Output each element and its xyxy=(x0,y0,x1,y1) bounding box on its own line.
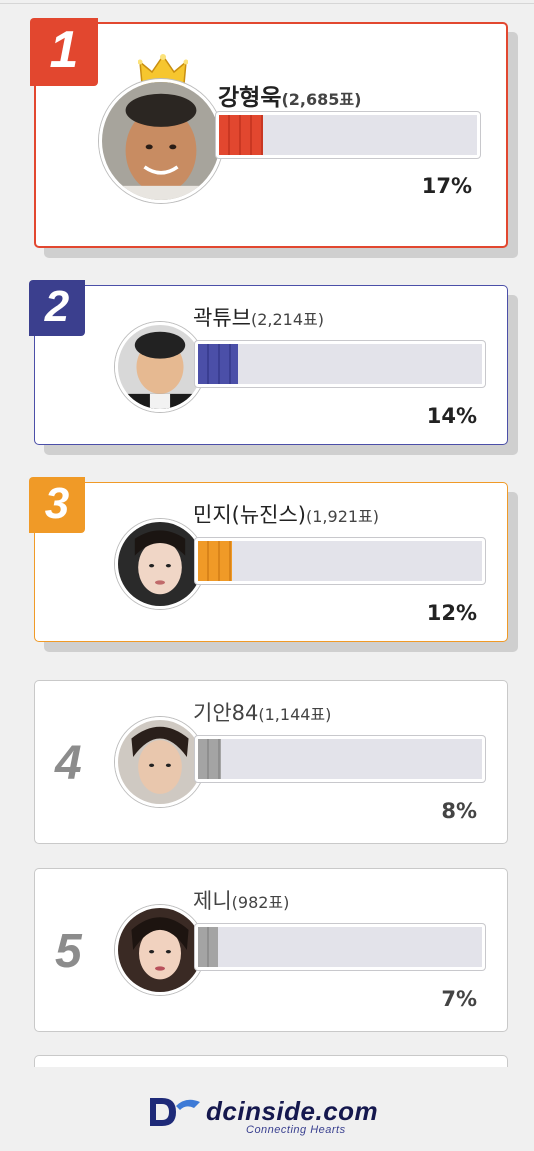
progress-fill-4 xyxy=(198,739,221,779)
dcinside-logo-icon xyxy=(146,1092,202,1132)
progress-bar-2 xyxy=(195,341,485,387)
progress-fill-5 xyxy=(198,927,218,967)
avatar-3[interactable] xyxy=(115,519,205,609)
percent-2: 14% xyxy=(426,404,477,428)
avatar-5[interactable] xyxy=(115,905,205,995)
candidate-name-2: 곽튜브(2,214표) xyxy=(193,306,324,330)
top-divider xyxy=(0,3,534,4)
ranking-card-6-partial[interactable] xyxy=(34,1055,508,1067)
progress-bar-3 xyxy=(195,538,485,584)
rank-badge-2: 2 xyxy=(29,280,85,336)
percent-3: 12% xyxy=(426,601,477,625)
vote-count-4: (1,144표) xyxy=(258,705,332,724)
rank-number-5: 5 xyxy=(55,925,82,978)
dcinside-logo[interactable]: dcinside.com Connecting Hearts xyxy=(146,1088,406,1138)
rank-badge-1: 1 xyxy=(30,18,98,86)
progress-fill-1 xyxy=(219,115,263,155)
ranking-card-4[interactable]: 4 기안84(1,144표) 8% xyxy=(34,680,508,844)
rank-number-4: 4 xyxy=(55,737,82,790)
ranking-card-2[interactable]: 2 곽튜브(2,214표) 14% xyxy=(29,280,508,445)
vote-count-2: (2,214표) xyxy=(250,310,324,329)
candidate-name-5: 제니(982표) xyxy=(193,889,290,913)
candidate-name-1: 강형욱(2,685표) xyxy=(218,85,362,111)
candidate-name-3: 민지(뉴진스)(1,921표) xyxy=(193,503,380,527)
ranking-card-5[interactable]: 5 제니(982표) 7% xyxy=(34,868,508,1032)
ranking-card-1[interactable]: 1 강형욱(2,685표) 17% xyxy=(30,18,508,248)
vote-count-1: (2,685표) xyxy=(281,90,362,109)
avatar-1[interactable] xyxy=(99,79,223,203)
progress-bar-1 xyxy=(216,112,480,158)
rank-badge-3: 3 xyxy=(29,477,85,533)
candidate-name-4: 기안84(1,144표) xyxy=(193,701,332,725)
progress-fill-2 xyxy=(198,344,238,384)
percent-1: 17% xyxy=(421,174,472,198)
progress-bar-4 xyxy=(195,736,485,782)
footer-tagline: Connecting Hearts xyxy=(246,1124,346,1136)
percent-4: 8% xyxy=(441,799,477,823)
avatar-4[interactable] xyxy=(115,717,205,807)
progress-fill-3 xyxy=(198,541,233,581)
ranking-card-3[interactable]: 3 민지(뉴진스)(1,921표) 12% xyxy=(29,477,508,642)
vote-count-3: (1,921표) xyxy=(306,507,380,526)
footer-brand: dcinside.com xyxy=(206,1096,379,1126)
vote-count-5: (982표) xyxy=(231,893,290,912)
percent-5: 7% xyxy=(441,987,477,1011)
progress-bar-5 xyxy=(195,924,485,970)
avatar-2[interactable] xyxy=(115,322,205,412)
